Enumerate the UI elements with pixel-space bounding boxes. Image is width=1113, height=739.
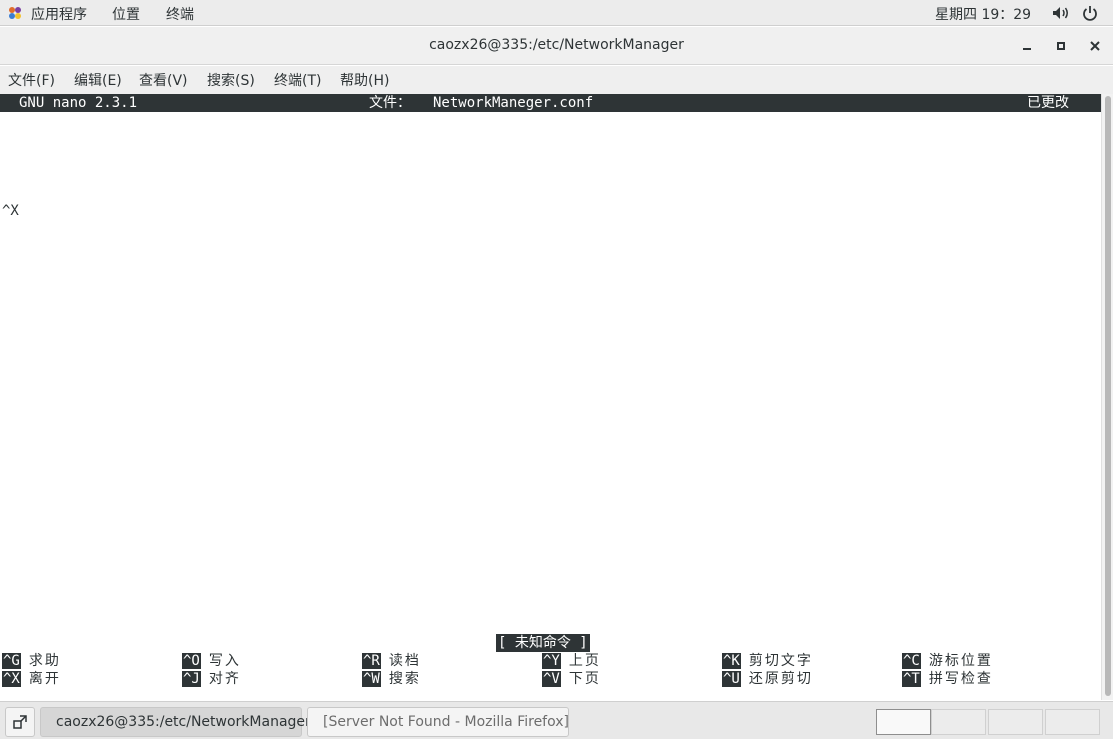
terminal-scrollbar[interactable] (1101, 94, 1113, 700)
volume-icon[interactable] (1052, 6, 1070, 20)
nano-file-label: 文件： (369, 95, 411, 111)
shortcut-where-is: ^W 搜索 (362, 670, 421, 688)
terminal-app-menu[interactable]: 终端 (166, 4, 194, 24)
taskbar-item-label: caozx26@335:/etc/NetworkManager (56, 714, 311, 730)
shortcut-key: ^R (362, 653, 381, 669)
power-icon[interactable] (1082, 5, 1098, 21)
shortcut-label: 下页 (568, 671, 601, 687)
terminal-view[interactable]: GNU nano 2.3.1 文件： NetworkManeger.conf 已… (0, 94, 1101, 700)
workspace-4[interactable] (1045, 709, 1100, 735)
menu-bar: 文件(F) 编辑(E) 查看(V) 搜索(S) 终端(T) 帮助(H) (0, 66, 1113, 94)
minimize-icon[interactable] (1017, 37, 1037, 55)
shortcut-label: 还原剪切 (748, 671, 813, 687)
places-menu[interactable]: 位置 (112, 4, 140, 24)
taskbar-item-terminal[interactable]: caozx26@335:/etc/NetworkManager (40, 707, 311, 737)
shortcut-key: ^U (722, 671, 741, 687)
shortcut-key: ^J (182, 671, 201, 687)
scrollbar-thumb[interactable] (1105, 96, 1111, 696)
shortcut-key: ^X (2, 671, 21, 687)
close-icon[interactable] (1085, 37, 1105, 55)
maximize-icon[interactable] (1051, 37, 1071, 55)
shortcut-justify: ^J 对齐 (182, 670, 241, 688)
menu-terminal[interactable]: 终端(T) (274, 70, 321, 90)
taskbar-item-label: [Server Not Found - Mozilla Firefox] (323, 714, 569, 730)
shortcut-label: 求助 (28, 653, 61, 669)
status-message: [ 未知命令 ] (496, 634, 590, 652)
shortcut-label: 拼写检查 (928, 671, 993, 687)
applications-menu[interactable]: 应用程序 (31, 4, 87, 24)
menu-search[interactable]: 搜索(S) (207, 70, 255, 90)
nano-version: GNU nano 2.3.1 (19, 95, 138, 111)
workspace-3[interactable] (988, 709, 1043, 735)
shortcut-spell-check: ^T 拼写检查 (902, 670, 993, 688)
shortcut-label: 游标位置 (928, 653, 993, 669)
menu-help[interactable]: 帮助(H) (340, 70, 389, 90)
shortcut-label: 对齐 (208, 671, 241, 687)
shortcut-label: 剪切文字 (748, 653, 813, 669)
window-title: caozx26@335:/etc/NetworkManager (429, 37, 684, 53)
applications-icon[interactable] (8, 6, 22, 20)
shortcut-key: ^Y (542, 653, 561, 669)
clock[interactable]: 星期四 19：29 (935, 4, 1031, 24)
window-titlebar[interactable]: caozx26@335:/etc/NetworkManager (0, 27, 1113, 65)
shortcut-key: ^K (722, 653, 741, 669)
menu-edit[interactable]: 编辑(E) (74, 70, 122, 90)
menu-view[interactable]: 查看(V) (139, 70, 188, 90)
shortcut-exit: ^X 离开 (2, 670, 61, 688)
shortcut-key: ^G (2, 653, 21, 669)
workspace-1[interactable] (876, 709, 931, 735)
shortcut-cut-text: ^K 剪切文字 (722, 652, 813, 670)
shortcut-read-file: ^R 读档 (362, 652, 421, 670)
shortcut-key: ^V (542, 671, 561, 687)
shortcut-label: 上页 (568, 653, 601, 669)
taskbar-item-firefox[interactable]: [Server Not Found - Mozilla Firefox] (307, 707, 569, 737)
shortcut-prev-page: ^Y 上页 (542, 652, 601, 670)
shortcut-key: ^T (902, 671, 921, 687)
workspace-2[interactable] (931, 709, 986, 735)
shortcut-key: ^W (362, 671, 381, 687)
shortcut-next-page: ^V 下页 (542, 670, 601, 688)
editor-text: ^X (2, 203, 19, 219)
nano-modified-status: 已更改 (1027, 95, 1069, 111)
top-panel: 应用程序 位置 终端 星期四 19：29 (0, 0, 1113, 26)
shortcut-label: 读档 (388, 653, 421, 669)
shortcut-uncut-text: ^U 还原剪切 (722, 670, 813, 688)
window-list-panel: caozx26@335:/etc/NetworkManager [Server … (0, 701, 1113, 739)
shortcut-write-out: ^O 写入 (182, 652, 241, 670)
shortcut-key: ^C (902, 653, 921, 669)
show-desktop-button[interactable] (5, 707, 35, 737)
shortcut-label: 离开 (28, 671, 61, 687)
menu-file[interactable]: 文件(F) (8, 70, 55, 90)
nano-filename: NetworkManeger.conf (433, 95, 594, 111)
show-desktop-icon (13, 715, 27, 729)
shortcut-help: ^G 求助 (2, 652, 61, 670)
shortcut-label: 写入 (208, 653, 241, 669)
shortcut-label: 搜索 (388, 671, 421, 687)
nano-title-bar: GNU nano 2.3.1 文件： NetworkManeger.conf 已… (0, 94, 1101, 112)
shortcut-cursor-position: ^C 游标位置 (902, 652, 993, 670)
shortcut-key: ^O (182, 653, 201, 669)
